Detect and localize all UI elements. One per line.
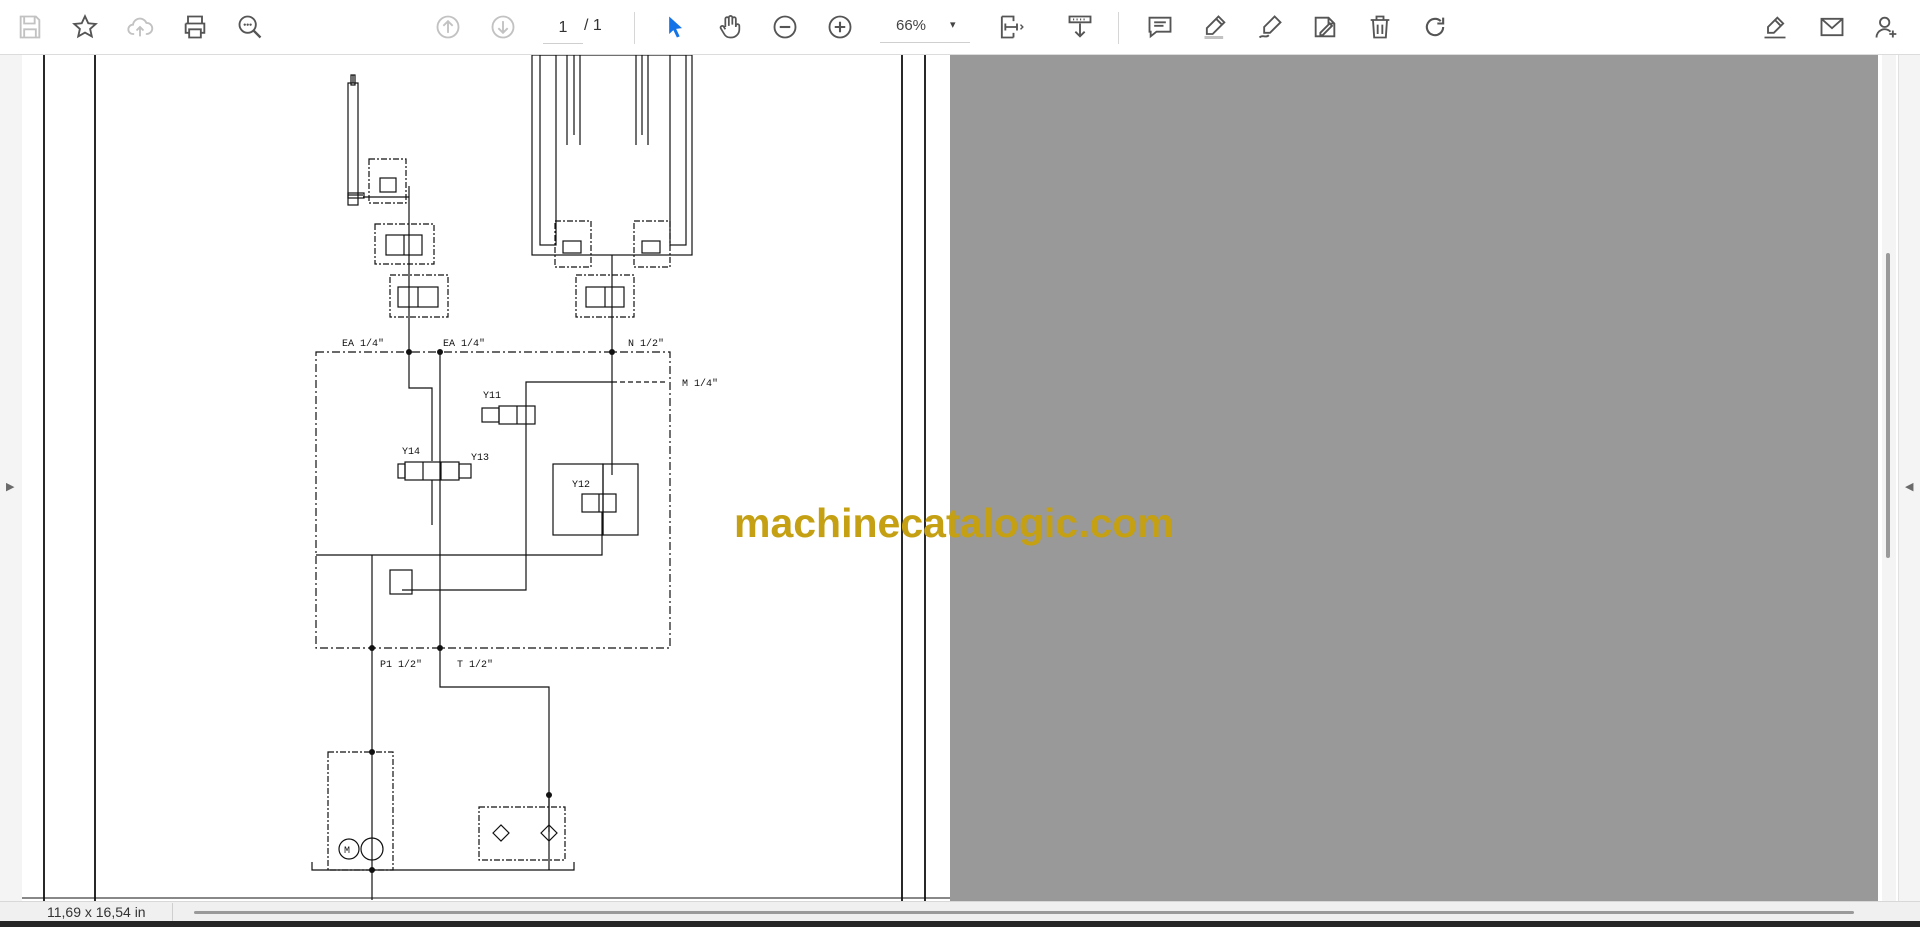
port-label-ea2: EA 1/4" xyxy=(443,338,485,350)
watermark-text: machinecatalogic.com xyxy=(734,500,1174,546)
toolbar: / 1 66% ▾ xyxy=(0,0,1920,55)
zoom-value: 66% xyxy=(896,17,927,34)
delete-icon[interactable] xyxy=(1360,7,1400,47)
hand-icon[interactable] xyxy=(710,7,750,47)
zoom-search-icon[interactable] xyxy=(230,7,270,47)
vertical-scrollbar[interactable] xyxy=(1882,55,1896,901)
scroll-mode-icon[interactable] xyxy=(1060,7,1100,47)
zoom-out-icon[interactable] xyxy=(765,7,805,47)
print-icon[interactable] xyxy=(175,7,215,47)
valve-label-y11: Y11 xyxy=(483,391,501,402)
zoom-in-icon[interactable] xyxy=(820,7,860,47)
email-icon[interactable] xyxy=(1812,7,1852,47)
stamp-icon[interactable] xyxy=(1305,7,1345,47)
page-total: / 1 xyxy=(584,17,602,34)
page-number-input[interactable] xyxy=(543,13,583,44)
expand-right-icon: ▶ xyxy=(6,481,15,493)
page-down-icon[interactable] xyxy=(483,7,523,47)
add-user-icon[interactable] xyxy=(1867,7,1907,47)
save-icon[interactable] xyxy=(10,7,50,47)
horizontal-scroll-thumb[interactable] xyxy=(194,911,1854,914)
valve-label-y13: Y13 xyxy=(471,453,489,464)
vertical-scroll-thumb[interactable] xyxy=(1886,253,1890,558)
taskbar-edge xyxy=(0,921,1920,927)
cloud-upload-icon[interactable] xyxy=(120,7,160,47)
valve-label-y14: Y14 xyxy=(402,447,420,458)
valve-label-y12: Y12 xyxy=(572,480,590,491)
draw-icon[interactable] xyxy=(1250,7,1290,47)
page-size-label: 11,69 x 16,54 in xyxy=(47,904,146,920)
expand-left-icon: ◀ xyxy=(1905,481,1914,493)
status-bar: 11,69 x 16,54 in xyxy=(0,901,1920,922)
toolbar-divider xyxy=(634,12,635,44)
comment-icon[interactable] xyxy=(1140,7,1180,47)
document-viewport[interactable]: EA 1/4" EA 1/4" N 1/2" M 1/4" Y11 Y12 Y1… xyxy=(22,55,1880,901)
zoom-dropdown[interactable]: 66% ▾ xyxy=(880,13,970,43)
port-label-ea1: EA 1/4" xyxy=(342,338,384,350)
status-divider xyxy=(172,903,173,921)
highlight-icon[interactable] xyxy=(1195,7,1235,47)
motor-label: M xyxy=(344,846,350,857)
select-cursor-icon[interactable] xyxy=(655,7,695,47)
fit-page-icon[interactable] xyxy=(990,7,1030,47)
port-label-p1: P1 1/2" xyxy=(380,659,422,671)
sign-icon[interactable] xyxy=(1755,7,1795,47)
star-icon[interactable] xyxy=(65,7,105,47)
port-label-t: T 1/2" xyxy=(457,659,493,671)
empty-page-area xyxy=(950,55,1878,901)
rotate-icon[interactable] xyxy=(1415,7,1455,47)
chevron-down-icon: ▾ xyxy=(950,19,956,31)
left-panel-toggle[interactable]: ▶ xyxy=(0,55,23,901)
port-label-m: M 1/4" xyxy=(682,378,718,390)
port-label-n: N 1/2" xyxy=(628,338,664,350)
toolbar-divider xyxy=(1118,12,1119,44)
page-up-icon[interactable] xyxy=(428,7,468,47)
right-panel-toggle[interactable]: ◀ xyxy=(1898,55,1920,901)
hydraulic-schematic: EA 1/4" EA 1/4" N 1/2" M 1/4" Y11 Y12 Y1… xyxy=(22,55,950,901)
